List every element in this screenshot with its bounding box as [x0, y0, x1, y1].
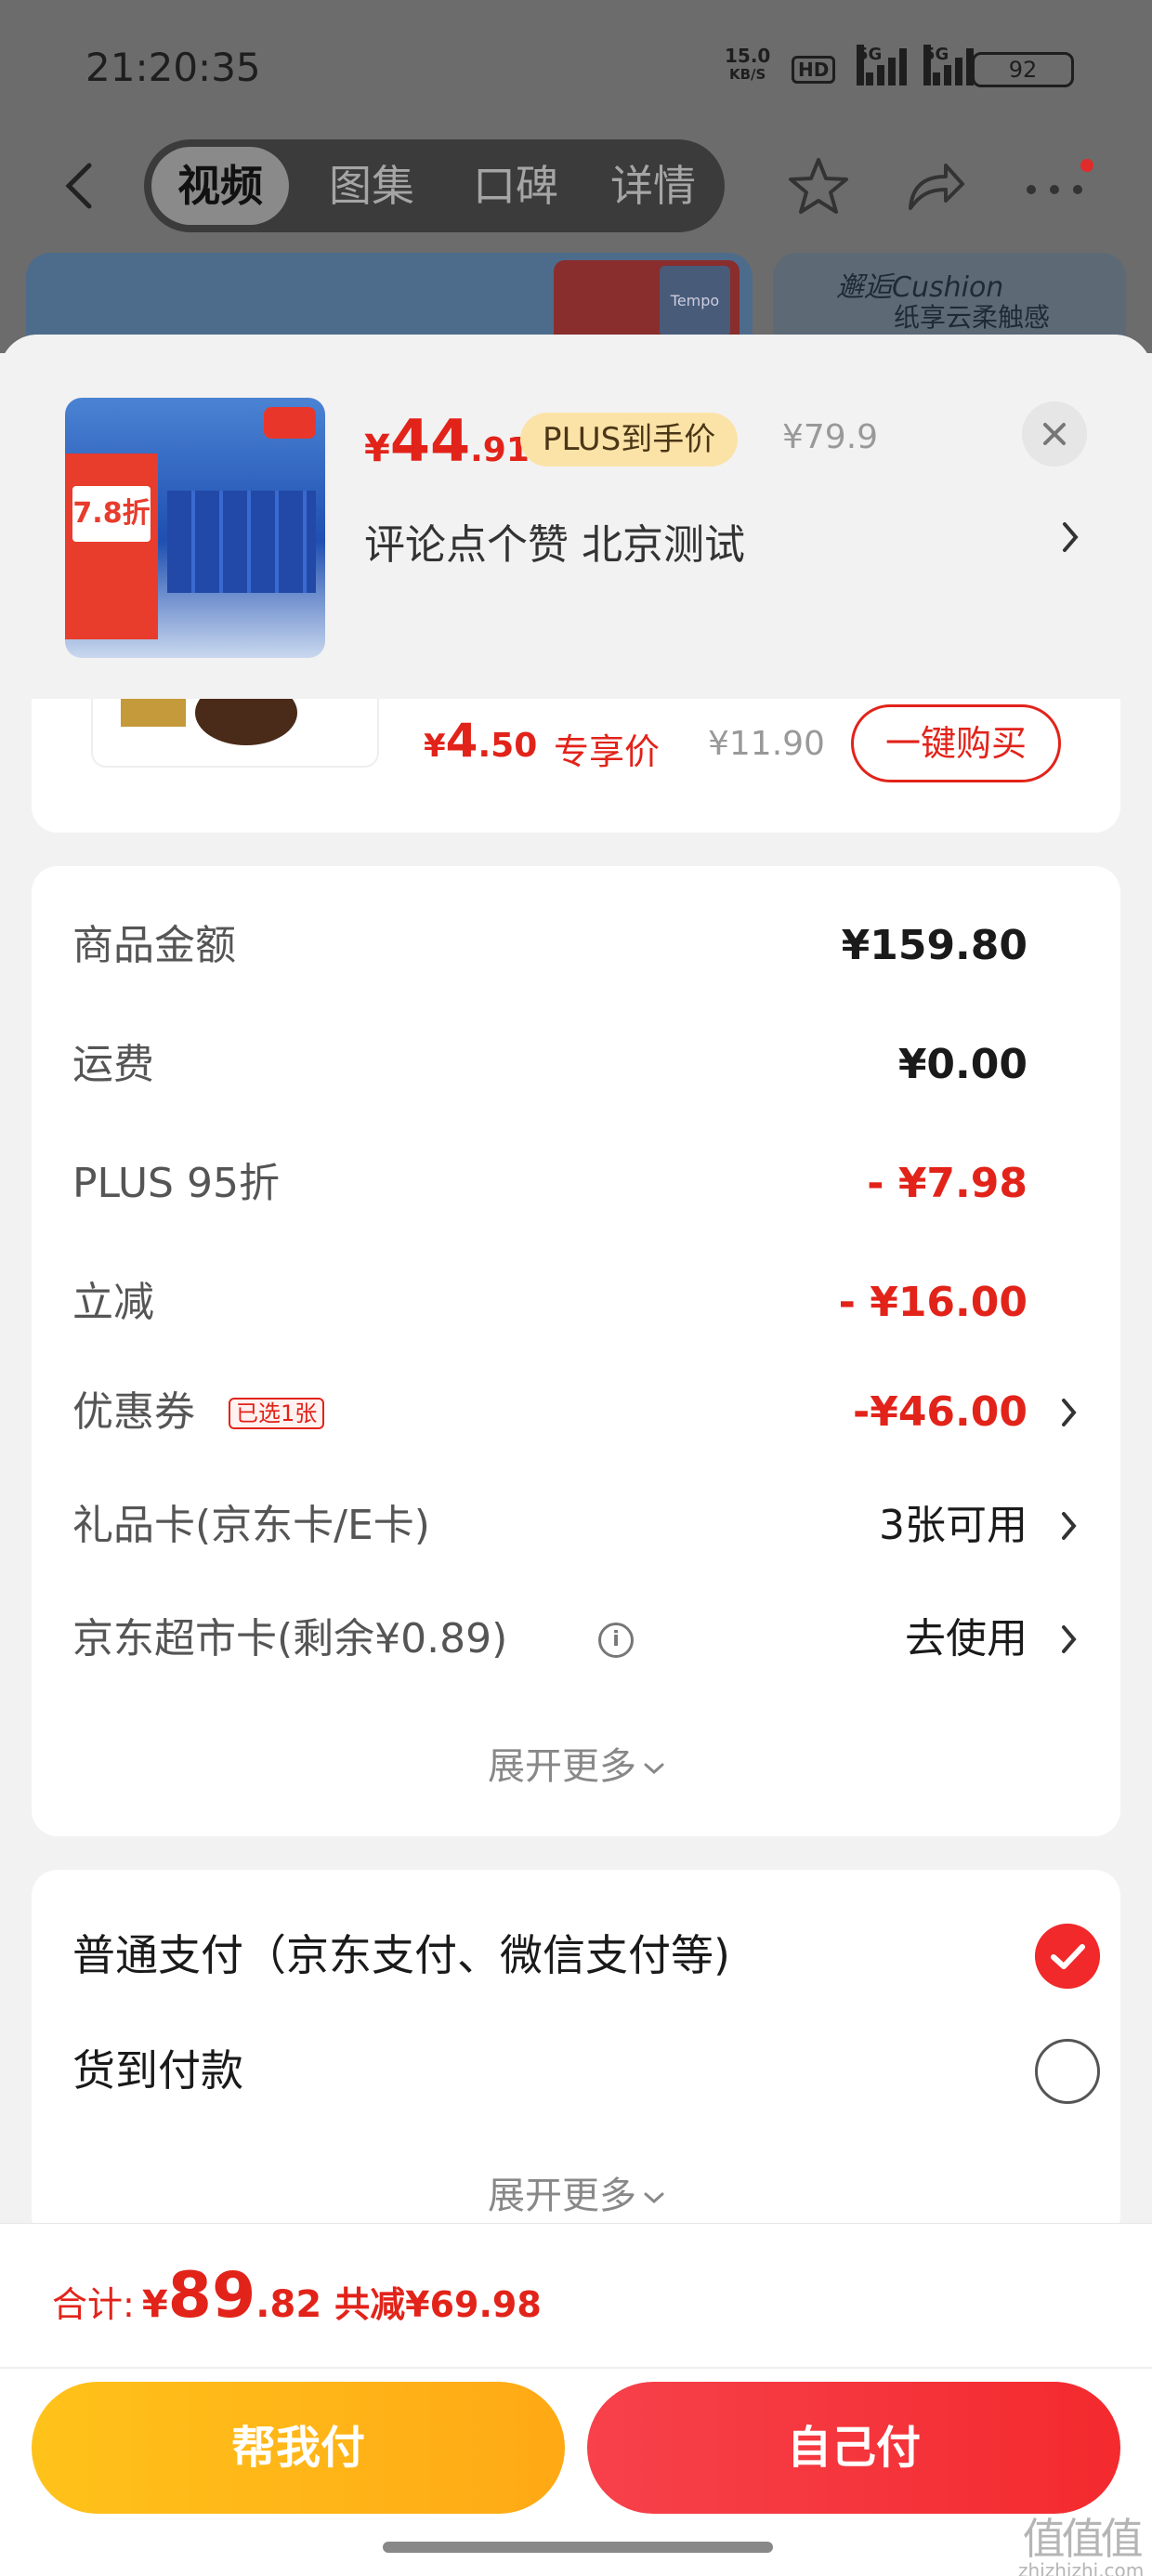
order-total: 合计: ¥89.82 共减¥69.98: [52, 2259, 542, 2333]
expand-more-button[interactable]: 展开更多: [32, 1736, 1120, 1790]
chevron-right-icon: [1062, 1625, 1077, 1653]
row-goods-amount: 商品金额 ¥159.80: [72, 922, 1028, 969]
back-icon[interactable]: [56, 160, 102, 212]
tab-video[interactable]: 视频: [151, 147, 289, 225]
row-supermarket-card[interactable]: 京东超市卡(剩余¥0.89) i 去使用: [72, 1611, 1080, 1667]
tab-details[interactable]: 详情: [588, 139, 718, 232]
star-icon[interactable]: [786, 156, 851, 216]
radio-checked-icon[interactable]: [1035, 1924, 1100, 1989]
addon-price-tag: 专享价: [554, 731, 661, 772]
chevron-right-icon: [1062, 1512, 1077, 1540]
status-bar: 21:20:35 15.0 KB/S HD 5G 5G 92: [0, 0, 1152, 139]
original-price: ¥79.9: [782, 418, 879, 456]
signal-icon: 5G: [857, 45, 910, 85]
one-click-buy-button[interactable]: 一键购买: [851, 704, 1061, 782]
status-time: 21:20:35: [85, 45, 261, 90]
help-me-pay-button[interactable]: 帮我付: [32, 2382, 565, 2514]
expand-more-payment-button[interactable]: 展开更多: [32, 2165, 1120, 2219]
banner-line-2: 纸享云柔触感: [894, 302, 1051, 333]
product-header: 7.8折 ¥44.91 PLUS到手价 ¥79.9 评论点个赞 北京测试: [0, 335, 1152, 699]
payment-option-cod[interactable]: 货到付款: [72, 2033, 1113, 2108]
coupon-selected-badge: 已选1张: [229, 1398, 325, 1429]
payment-option-standard[interactable]: 普通支付（京东支付、微信支付等): [72, 1918, 1113, 1992]
row-instant-discount: 立减 - ¥16.00: [72, 1279, 1028, 1326]
media-tabs: 视频 图集 口碑 详情: [144, 139, 725, 232]
watermark: 值值值 zhizhizhi.com: [1018, 2514, 1145, 2576]
product-thumbnail[interactable]: 7.8折: [65, 398, 325, 658]
close-icon[interactable]: [1022, 401, 1087, 467]
network-speed: 15.0 KB/S: [725, 45, 771, 83]
row-gift-card[interactable]: 礼品卡(京东卡/E卡) 3张可用: [72, 1498, 1080, 1554]
chevron-down-icon: [644, 2192, 664, 2204]
addon-product-image[interactable]: [91, 688, 379, 768]
top-nav: 视频 图集 口碑 详情: [0, 139, 1152, 232]
chevron-right-icon[interactable]: [1059, 519, 1081, 556]
plus-price-badge: PLUS到手价: [520, 413, 739, 467]
info-icon[interactable]: i: [598, 1623, 634, 1658]
chevron-right-icon: [1062, 1399, 1077, 1426]
payment-method-card: 普通支付（京东支付、微信支付等) 货到付款 展开更多: [32, 1870, 1120, 2241]
radio-unchecked-icon[interactable]: [1035, 2039, 1100, 2104]
total-savings: 共减¥69.98: [334, 2284, 542, 2325]
tab-gallery[interactable]: 图集: [307, 139, 437, 232]
product-price: ¥44.91: [364, 407, 530, 475]
chevron-down-icon: [644, 1763, 664, 1775]
row-coupon[interactable]: 优惠券 已选1张 -¥46.00: [72, 1385, 1080, 1440]
share-icon[interactable]: [903, 156, 968, 216]
signal-icon-2: 5G: [923, 45, 977, 85]
brand-logo: Tempo: [660, 266, 730, 336]
row-plus-discount: PLUS 95折 - ¥7.98: [72, 1160, 1028, 1207]
tab-reviews[interactable]: 口碑: [451, 139, 581, 232]
row-shipping: 运费 ¥0.00: [72, 1041, 1028, 1088]
notification-dot: [1078, 156, 1096, 175]
product-title[interactable]: 评论点个赞 北京测试: [364, 511, 745, 571]
checkout-bar: 合计: ¥89.82 共减¥69.98 帮我付 自己付 值值值 zhizhizhi.…: [0, 2223, 1152, 2576]
battery-icon: 92: [972, 52, 1074, 87]
hd-indicator: HD: [792, 56, 836, 84]
pay-myself-button[interactable]: 自己付: [587, 2382, 1120, 2514]
addon-price: ¥4.50: [424, 714, 538, 768]
divider: [0, 2367, 1152, 2369]
addon-original-price: ¥11.90: [708, 725, 825, 763]
price-breakdown-card: 商品金额 ¥159.80 运费 ¥0.00 PLUS 95折 - ¥7.98 立…: [32, 866, 1120, 1836]
home-indicator[interactable]: [383, 2542, 773, 2553]
